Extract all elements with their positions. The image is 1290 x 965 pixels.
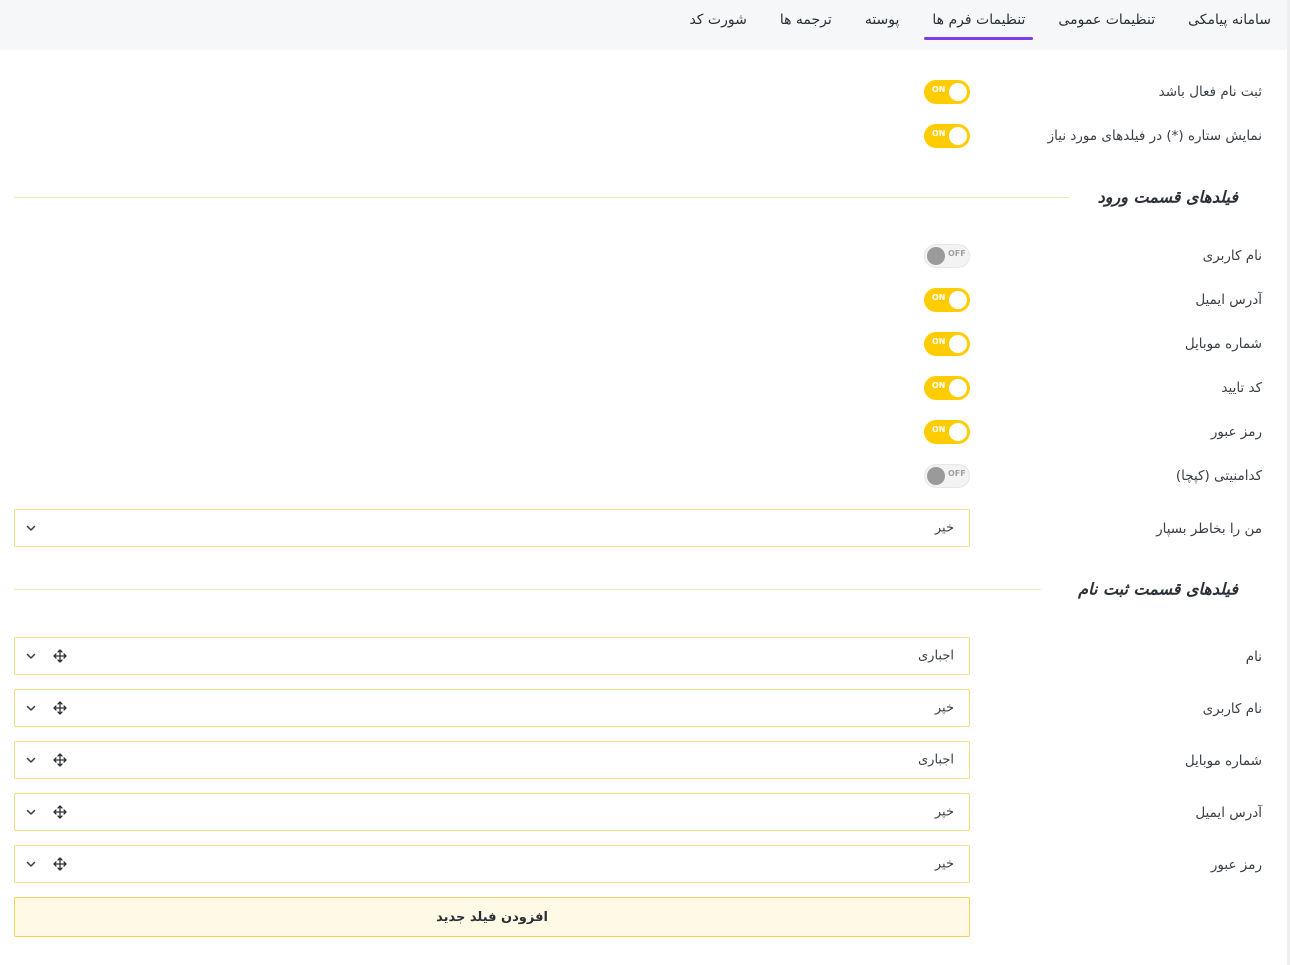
register-email-select[interactable]: خیر xyxy=(14,793,970,831)
register-username-select[interactable]: خیر xyxy=(14,689,970,727)
toggle-knob xyxy=(927,247,945,265)
register-field-password-row: رمز عبور خیر xyxy=(0,845,1290,885)
tab-shortcode[interactable]: شورت کد xyxy=(689,0,746,50)
toggle-state-text: ON xyxy=(932,129,946,138)
register-field-name-row: نام اجباری xyxy=(0,637,1290,677)
toggle-knob xyxy=(949,423,967,441)
login-section-title: فیلدهای قسمت ورود xyxy=(1097,187,1238,207)
chevron-down-icon xyxy=(26,525,36,531)
chevron-down-icon xyxy=(26,653,36,659)
move-icon[interactable] xyxy=(53,857,67,871)
show-asterisk-toggle[interactable]: ON xyxy=(924,124,970,148)
add-new-field-button[interactable]: افزودن فیلد جدید xyxy=(14,897,970,937)
tab-form-settings[interactable]: تنظیمات فرم ها xyxy=(924,0,1034,50)
login-section-header: فیلدهای قسمت ورود xyxy=(0,182,1290,212)
login-field-label: کد تایید xyxy=(1221,380,1262,396)
register-field-label: نام xyxy=(1245,649,1262,665)
login-field-label: کدامنیتی (کپچا) xyxy=(1175,468,1262,484)
show-asterisk-label: نمایش ستاره (*) در فیلدهای مورد نیاز xyxy=(1047,128,1262,144)
select-value: خیر xyxy=(934,520,954,536)
registration-enabled-row: ثبت نام فعال باشد ON xyxy=(0,72,1290,112)
toggle-knob xyxy=(949,83,967,101)
tab-sms-system[interactable]: سامانه پیامکی xyxy=(1188,0,1271,50)
login-field-mobile-row: شماره موبایل ON xyxy=(0,324,1290,364)
chevron-down-icon xyxy=(26,757,36,763)
section-divider xyxy=(14,197,1069,198)
tab-translations[interactable]: ترجمه ها xyxy=(780,0,832,50)
login-email-toggle[interactable]: ON xyxy=(924,288,970,312)
register-field-label: نام کاربری xyxy=(1202,701,1262,717)
select-value: اجباری xyxy=(918,752,954,768)
move-icon[interactable] xyxy=(53,805,67,819)
toggle-knob xyxy=(949,379,967,397)
register-field-label: شماره موبایل xyxy=(1184,753,1262,769)
remember-me-label: من را بخاطر بسپار xyxy=(1156,521,1262,537)
move-icon[interactable] xyxy=(53,701,67,715)
tab-theme[interactable]: پوسته xyxy=(865,0,900,50)
register-field-email-row: آدرس ایمیل خیر xyxy=(0,793,1290,833)
login-field-label: آدرس ایمیل xyxy=(1195,292,1262,308)
login-password-toggle[interactable]: ON xyxy=(924,420,970,444)
register-field-label: رمز عبور xyxy=(1210,857,1262,873)
login-verify-code-toggle[interactable]: ON xyxy=(924,376,970,400)
toggle-state-text: OFF xyxy=(948,249,966,258)
settings-tab-bar: سامانه پیامکی تنظیمات عمومی تنظیمات فرم … xyxy=(0,0,1287,50)
login-field-label: رمز عبور xyxy=(1210,424,1262,440)
register-mobile-select[interactable]: اجباری xyxy=(14,741,970,779)
move-icon[interactable] xyxy=(53,649,67,663)
register-field-mobile-row: شماره موبایل اجباری xyxy=(0,741,1290,781)
toggle-state-text: ON xyxy=(932,381,946,390)
register-field-username-row: نام کاربری خیر xyxy=(0,689,1290,729)
remember-me-row: من را بخاطر بسپار خیر xyxy=(0,509,1290,549)
toggle-knob xyxy=(927,467,945,485)
registration-enabled-label: ثبت نام فعال باشد xyxy=(1158,84,1262,100)
toggle-state-text: OFF xyxy=(948,469,966,478)
register-name-select[interactable]: اجباری xyxy=(14,637,970,675)
register-section-title: فیلدهای قسمت ثبت نام xyxy=(1078,579,1238,599)
select-value: خیر xyxy=(934,856,954,872)
login-field-verify-code-row: کد تایید ON xyxy=(0,368,1290,408)
login-field-password-row: رمز عبور ON xyxy=(0,412,1290,452)
login-username-toggle[interactable]: OFF xyxy=(924,244,970,268)
login-field-label: نام کاربری xyxy=(1202,248,1262,264)
toggle-state-text: ON xyxy=(932,85,946,94)
select-value: اجباری xyxy=(918,648,954,664)
login-captcha-toggle[interactable]: OFF xyxy=(924,464,970,488)
toggle-state-text: ON xyxy=(932,293,946,302)
chevron-down-icon xyxy=(26,809,36,815)
toggle-knob xyxy=(949,335,967,353)
move-icon[interactable] xyxy=(53,753,67,767)
toggle-state-text: ON xyxy=(932,337,946,346)
toggle-state-text: ON xyxy=(932,425,946,434)
register-field-label: آدرس ایمیل xyxy=(1195,805,1262,821)
login-field-label: شماره موبایل xyxy=(1184,336,1262,352)
section-divider xyxy=(14,589,1041,590)
login-mobile-toggle[interactable]: ON xyxy=(924,332,970,356)
chevron-down-icon xyxy=(26,705,36,711)
login-field-username-row: نام کاربری OFF xyxy=(0,236,1290,276)
toggle-knob xyxy=(949,127,967,145)
select-value: خیر xyxy=(934,700,954,716)
remember-me-select[interactable]: خیر xyxy=(14,509,970,547)
tab-general-settings[interactable]: تنظیمات عمومی xyxy=(1058,0,1155,50)
toggle-knob xyxy=(949,291,967,309)
registration-enabled-toggle[interactable]: ON xyxy=(924,80,970,104)
register-password-select[interactable]: خیر xyxy=(14,845,970,883)
login-field-email-row: آدرس ایمیل ON xyxy=(0,280,1290,320)
show-asterisk-row: نمایش ستاره (*) در فیلدهای مورد نیاز ON xyxy=(0,116,1290,156)
register-section-header: فیلدهای قسمت ثبت نام xyxy=(0,574,1290,604)
login-field-captcha-row: کدامنیتی (کپچا) OFF xyxy=(0,456,1290,496)
chevron-down-icon xyxy=(26,861,36,867)
select-value: خیر xyxy=(934,804,954,820)
